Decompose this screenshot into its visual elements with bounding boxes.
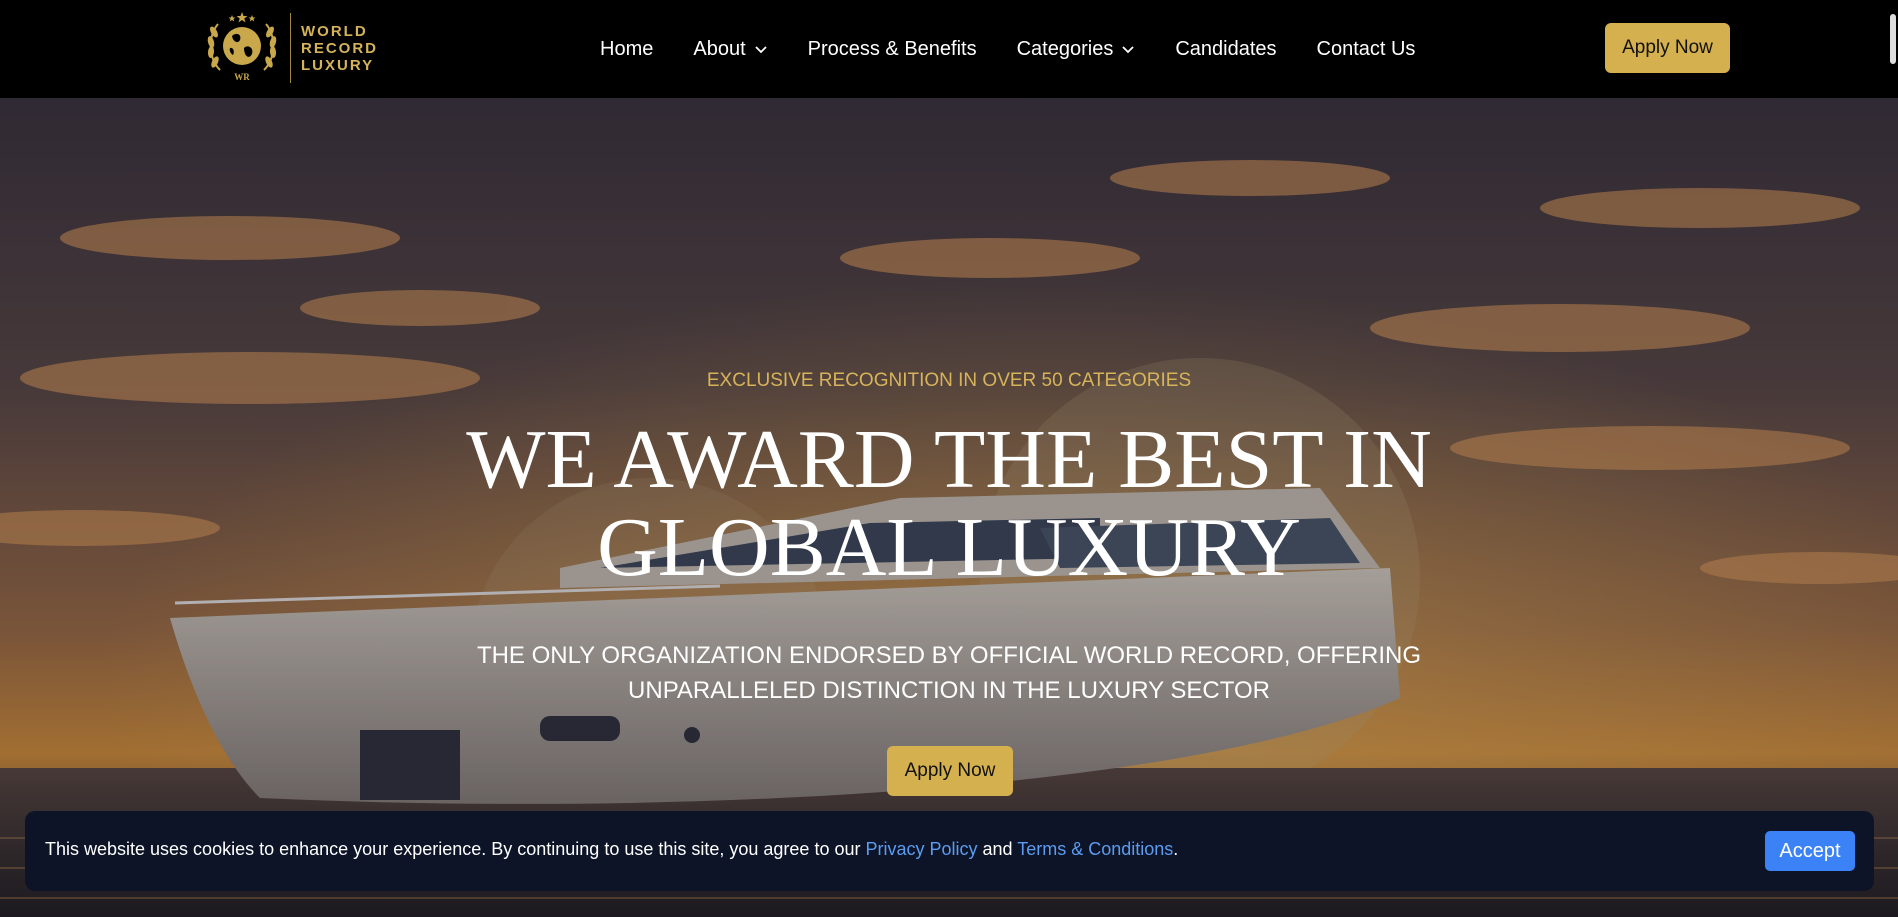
hero-apply-button[interactable]: Apply Now	[887, 746, 1013, 796]
hero-headline-line: WE AWARD THE BEST IN	[466, 413, 1432, 506]
cookie-text-middle: and	[977, 839, 1018, 859]
cookie-message: This website uses cookies to enhance you…	[45, 839, 1178, 860]
hero-section: EXCLUSIVE RECOGNITION IN OVER 50 CATEGOR…	[0, 98, 1898, 917]
cookie-text-after: .	[1173, 839, 1179, 859]
hero-eyebrow: EXCLUSIVE RECOGNITION IN OVER 50 CATEGOR…	[706, 370, 1192, 391]
brand-name: WORLD RECORD LUXURY	[301, 23, 378, 74]
brand-name-line: RECORD	[301, 39, 379, 57]
nav-label: Candidates	[1175, 37, 1277, 60]
hero-headline-line: GLOBAL LUXURY	[597, 501, 1301, 594]
nav-label: Home	[600, 37, 654, 60]
page-scrollbar[interactable]	[1890, 14, 1896, 64]
site-header: WR WORLD RECORD LUXURY Home About Proces…	[0, 0, 1898, 98]
emblem-text: WR	[234, 72, 250, 82]
brand-logo[interactable]: WR WORLD RECORD LUXURY	[202, 8, 382, 88]
nav-item-candidates[interactable]: Candidates	[1175, 38, 1276, 61]
brand-name-line: LUXURY	[301, 56, 375, 74]
brand-name-line: WORLD	[301, 22, 368, 40]
nav-label: Categories	[1016, 37, 1114, 60]
nav-item-categories[interactable]: Categories	[1017, 38, 1136, 61]
nav-item-home[interactable]: Home	[600, 38, 653, 61]
privacy-policy-link[interactable]: Privacy Policy	[865, 839, 977, 859]
header-apply-button[interactable]: Apply Now	[1605, 23, 1730, 73]
nav-item-about[interactable]: About	[693, 38, 767, 61]
nav-label: Contact Us	[1316, 37, 1416, 60]
nav-item-contact-us[interactable]: Contact Us	[1317, 38, 1416, 61]
nav-label: About	[693, 37, 746, 60]
logo-divider	[290, 13, 291, 83]
hero-subheadline: THE ONLY ORGANIZATION ENDORSED BY OFFICI…	[476, 642, 1422, 704]
cookie-text-before: This website uses cookies to enhance you…	[45, 839, 866, 859]
globe-laurel-icon: WR	[207, 12, 277, 82]
chevron-down-icon	[1122, 46, 1134, 54]
hero-headline: WE AWARD THE BEST IN GLOBAL LUXURY	[0, 416, 1898, 592]
main-nav: Home About Process & Benefits Categories…	[600, 0, 1455, 98]
terms-conditions-link[interactable]: Terms & Conditions	[1017, 839, 1173, 859]
accept-cookies-button[interactable]: Accept	[1765, 831, 1855, 871]
nav-label: Process & Benefits	[807, 37, 977, 60]
cookie-banner: This website uses cookies to enhance you…	[25, 811, 1874, 891]
nav-item-process-benefits[interactable]: Process & Benefits	[808, 38, 977, 61]
chevron-down-icon	[754, 46, 767, 54]
